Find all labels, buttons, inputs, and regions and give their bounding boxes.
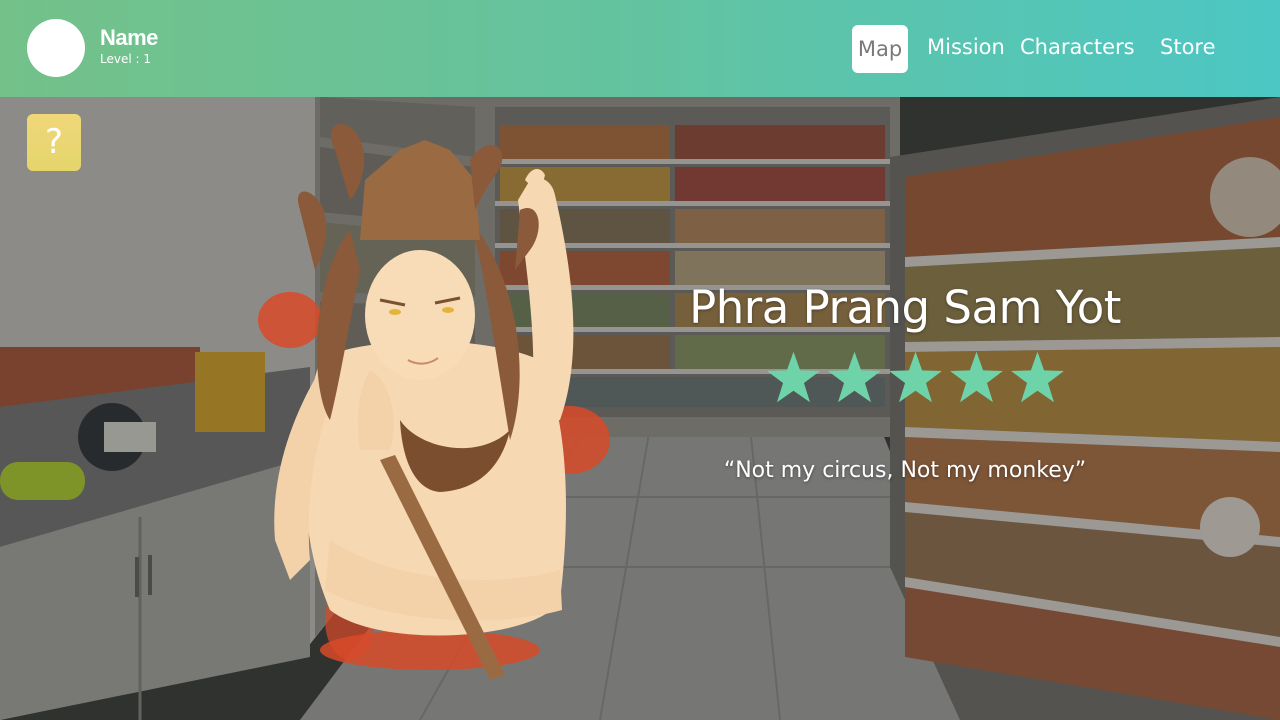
star-icon <box>889 351 942 403</box>
question-mark-icon: ? <box>44 122 64 162</box>
store-background <box>0 97 1280 720</box>
help-button[interactable]: ? <box>27 114 81 171</box>
star-icon <box>767 351 820 403</box>
avatar[interactable] <box>27 19 85 77</box>
background-dim-overlay <box>0 97 1280 720</box>
nav-tab-map[interactable]: Map <box>852 25 908 73</box>
player-name: Name <box>100 25 158 50</box>
character-name: Phra Prang Sam Yot <box>689 281 1121 334</box>
nav-tab-characters[interactable]: Characters <box>1020 33 1135 61</box>
star-icon <box>950 351 1003 403</box>
star-icon <box>828 351 881 403</box>
nav-tab-store[interactable]: Store <box>1160 33 1216 61</box>
character-illustration <box>258 123 610 680</box>
nav-tab-mission[interactable]: Mission <box>927 33 1005 61</box>
top-bar: Name Level : 1 Map Mission Characters St… <box>0 0 1280 97</box>
player-level: Level : 1 <box>100 52 151 66</box>
character-rating <box>766 350 1065 404</box>
star-icon <box>1011 351 1064 403</box>
character-quote: “Not my circus, Not my monkey” <box>723 458 1087 483</box>
